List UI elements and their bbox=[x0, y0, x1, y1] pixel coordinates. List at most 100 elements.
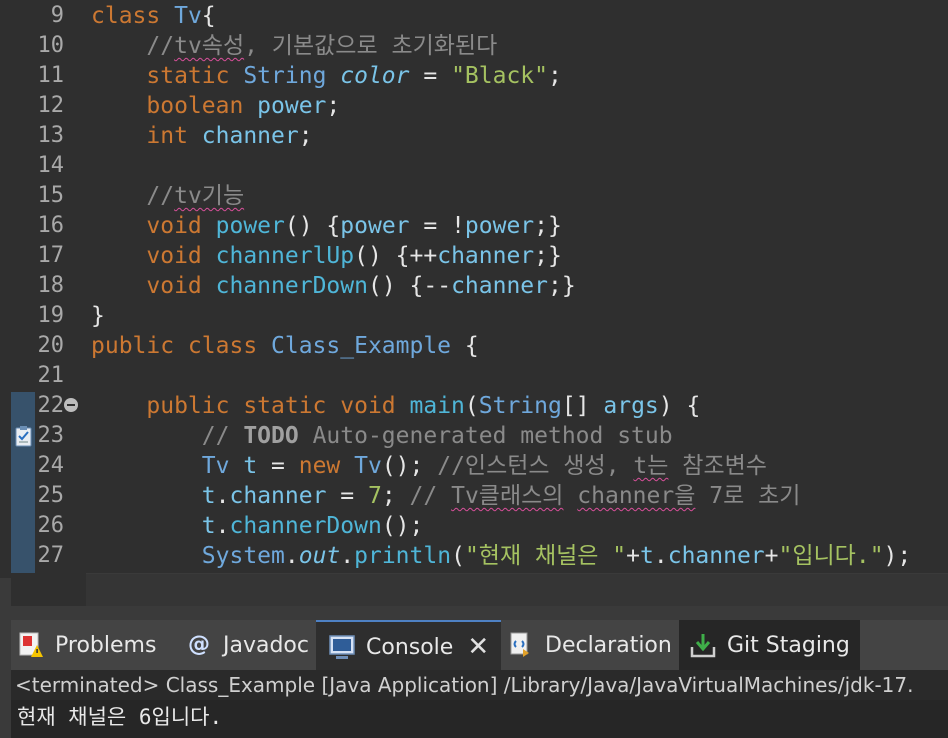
code-token: int bbox=[146, 123, 202, 149]
code-text: class Tv{ bbox=[91, 1, 216, 31]
git-staging-icon bbox=[690, 634, 716, 658]
code-line[interactable]: 17 void channerlUp() {++channer;} bbox=[0, 241, 948, 271]
line-number: 25 bbox=[37, 483, 65, 508]
code-token: Auto-generated method stub bbox=[298, 423, 673, 449]
line-number: 11 bbox=[37, 63, 65, 88]
code-token: channer을 bbox=[577, 483, 696, 509]
code-token: t bbox=[201, 513, 216, 539]
code-token: ;} bbox=[534, 243, 562, 269]
code-line[interactable]: 20 public class Class_Example { bbox=[0, 331, 948, 361]
code-token: ; bbox=[326, 93, 341, 119]
code-token: [] bbox=[561, 393, 604, 419]
code-token: channer bbox=[451, 273, 548, 299]
panel-divider[interactable] bbox=[11, 606, 948, 620]
code-token: + bbox=[626, 543, 640, 569]
code-token: ( bbox=[464, 393, 479, 419]
code-line[interactable]: 11 static String color = "Black"; bbox=[0, 61, 948, 91]
close-console-icon[interactable]: ✕ bbox=[467, 632, 489, 662]
tab-declaration[interactable]: Declaration bbox=[507, 620, 672, 670]
code-token: void bbox=[146, 273, 216, 299]
code-line[interactable]: 9 class Tv{ bbox=[0, 1, 948, 31]
tab-label: Declaration bbox=[545, 632, 672, 658]
declaration-icon bbox=[510, 632, 529, 657]
line-number: 18 bbox=[37, 273, 65, 298]
line-number: 17 bbox=[37, 243, 65, 268]
code-token: // bbox=[201, 423, 244, 449]
fold-collapse-icon[interactable] bbox=[64, 398, 78, 412]
code-token: main bbox=[409, 393, 465, 419]
code-token: // bbox=[409, 483, 452, 509]
code-editor[interactable]: 9 class Tv{10 //tv속성, 기본값으로 초기화된다 11 stati… bbox=[0, 0, 948, 578]
code-line[interactable]: 10 //tv속성, 기본값으로 초기화된다 bbox=[0, 31, 948, 61]
code-line[interactable]: 21 bbox=[0, 361, 948, 391]
code-token: t bbox=[243, 453, 258, 479]
code-token: "현재 채널은 " bbox=[464, 543, 627, 569]
code-token: ;} bbox=[534, 213, 562, 239]
code-token: // bbox=[146, 183, 175, 209]
code-token: Tv클래스의 bbox=[451, 483, 564, 509]
task-clipboard-icon[interactable] bbox=[14, 425, 34, 447]
code-text: boolean power; bbox=[91, 91, 340, 121]
code-text: t.channer = 7; // Tv클래스의 channer을 7로 초기 bbox=[91, 481, 801, 511]
tab-javadoc[interactable]: @ Javadoc bbox=[185, 620, 309, 670]
tab-git-staging[interactable]: Git Staging bbox=[679, 620, 860, 670]
editor-corner bbox=[0, 573, 86, 606]
code-token: Tv bbox=[354, 453, 382, 479]
code-token: (); bbox=[381, 453, 438, 479]
code-line[interactable]: 26 t.channerDown(); bbox=[0, 511, 948, 541]
panel-left-border bbox=[0, 578, 11, 738]
code-token: + bbox=[764, 543, 779, 569]
console-output[interactable]: 현재 채널은 6입니다. bbox=[11, 700, 948, 738]
code-token: = bbox=[409, 63, 452, 89]
code-token: boolean bbox=[146, 93, 258, 119]
tab-label: Javadoc bbox=[223, 632, 309, 658]
tab-console[interactable]: Console ✕ bbox=[316, 620, 502, 672]
code-token: { bbox=[201, 3, 216, 29]
code-token: . bbox=[340, 543, 355, 569]
code-line[interactable]: 22 public static void main(String[] args… bbox=[0, 391, 948, 421]
code-text: void channerlUp() {++channer;} bbox=[91, 241, 562, 271]
line-number: 12 bbox=[37, 93, 65, 118]
line-number: 16 bbox=[37, 213, 65, 238]
code-line[interactable]: 14 bbox=[0, 151, 948, 181]
code-line[interactable]: 25 t.channer = 7; // Tv클래스의 channer을 7로 … bbox=[0, 481, 948, 511]
tab-problems[interactable]: Problems bbox=[17, 620, 156, 670]
code-line[interactable]: 23 // TODO Auto-generated method stub bbox=[0, 421, 948, 451]
code-token: t bbox=[201, 483, 216, 509]
code-text: static String color = "Black"; bbox=[91, 61, 561, 91]
bottom-panel-tabbar: Problems @ Javadoc Console ✕ Declaration… bbox=[11, 620, 948, 672]
code-text: void channerDown() {--channer;} bbox=[91, 271, 575, 301]
code-line[interactable]: 18 void channerDown() {--channer;} bbox=[0, 271, 948, 301]
code-token: String bbox=[243, 63, 341, 89]
line-number: 15 bbox=[37, 183, 65, 208]
code-token: TODO bbox=[243, 423, 299, 449]
code-token: , 기본값으로 초기화된다 bbox=[244, 33, 498, 59]
line-number: 13 bbox=[37, 123, 65, 148]
code-token: . bbox=[215, 513, 230, 539]
code-token: public static void bbox=[146, 393, 410, 419]
editor-horizontal-scrollbar[interactable] bbox=[86, 573, 948, 607]
code-token: channerDown bbox=[215, 273, 368, 299]
code-text: void power() {power = !power;} bbox=[91, 211, 562, 241]
code-line[interactable]: 19} bbox=[0, 301, 948, 331]
code-line[interactable]: 16 void power() {power = !power;} bbox=[0, 211, 948, 241]
code-line[interactable]: 13 int channer; bbox=[0, 121, 948, 151]
code-token: { bbox=[464, 333, 479, 359]
code-line[interactable]: 15 //tv기능 bbox=[0, 181, 948, 211]
code-text: Tv t = new Tv(); //인스턴스 생성, t는 참조변수 bbox=[91, 451, 767, 481]
line-number: 10 bbox=[37, 33, 65, 58]
code-line[interactable]: 27 System.out.println("현재 채널은 "+t.channe… bbox=[0, 541, 948, 571]
code-token: power bbox=[464, 213, 535, 239]
code-token: Class_Example bbox=[271, 333, 465, 359]
code-line[interactable]: 12 boolean power; bbox=[0, 91, 948, 121]
code-line[interactable]: 24 Tv t = new Tv(); //인스턴스 생성, t는 참조변수 bbox=[0, 451, 948, 481]
